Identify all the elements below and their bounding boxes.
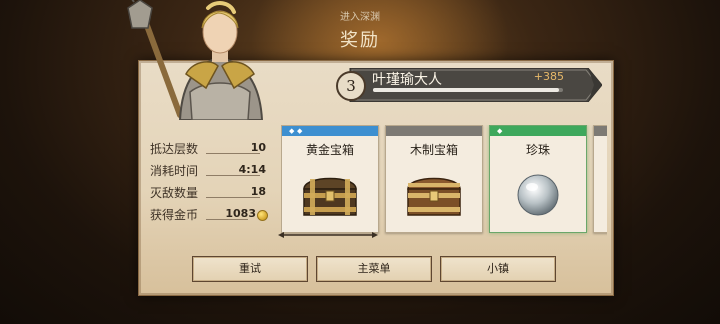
reward-name: 黄金宝箱 [305,143,354,157]
stat-value: 4:14 [238,163,266,176]
mace-icon [127,0,183,118]
player-rank-badge: 3 [336,71,366,101]
reward-card-pearl[interactable]: ◆ 珍珠 [489,125,587,233]
gold-coin-icon [257,210,268,221]
player-name: 叶瑾瑜大人 [372,72,442,88]
hero-portrait [127,0,264,120]
wooden-chest-icon [407,177,461,216]
stat-value: 18 [250,185,266,198]
rarity-diamond-icon: ◆ [497,127,503,135]
stat-floors-reached: 抵达层数 10 [150,140,270,162]
rarity-diamond-icon: ◆ [289,127,295,135]
reward-name: 木制宝箱 [409,143,458,157]
reward-card-partial[interactable] [593,125,607,233]
retry-button[interactable]: 重试 [192,256,308,282]
xp-progress-bar [373,88,563,92]
stat-label: 抵达层数 [150,142,199,156]
stat-label: 获得金币 [150,208,199,222]
stat-label: 灭敌数量 [150,186,199,200]
stat-value: 1083 [225,207,256,220]
header-subtitle: 进入深渊 [340,12,380,23]
stat-time-spent: 消耗时间 4:14 [150,162,270,184]
stat-gold-earned: 获得金币 1083 [150,206,270,228]
reward-list[interactable]: ◆ ◆ 黄金宝箱 木制宝箱 ◆ 珍珠 [281,125,607,237]
xp-gain: +385 [533,70,564,83]
gold-chest-icon [303,177,357,216]
stat-label: 消耗时间 [150,164,199,178]
rarity-strip [386,126,482,136]
stat-value: 10 [250,141,266,154]
rarity-diamond-icon: ◆ [297,127,303,135]
town-button[interactable]: 小镇 [440,256,556,282]
reward-card-gold-chest[interactable]: ◆ ◆ 黄金宝箱 [281,125,379,233]
run-stats: 抵达层数 10 消耗时间 4:14 灭敌数量 18 获得金币 1083 [150,140,270,228]
rarity-strip [594,126,607,136]
rarity-strip: ◆ ◆ [282,126,378,136]
xp-progress-fill [373,88,560,92]
page-title: 奖励 [340,30,380,51]
reward-name: 珍珠 [525,143,550,157]
pearl-icon [517,174,559,216]
main-menu-button[interactable]: 主菜单 [316,256,432,282]
stat-enemies-killed: 灭敌数量 18 [150,184,270,206]
reward-card-wooden-chest[interactable]: 木制宝箱 [385,125,483,233]
scroll-indicator[interactable] [278,231,378,239]
rarity-strip: ◆ [490,126,586,136]
